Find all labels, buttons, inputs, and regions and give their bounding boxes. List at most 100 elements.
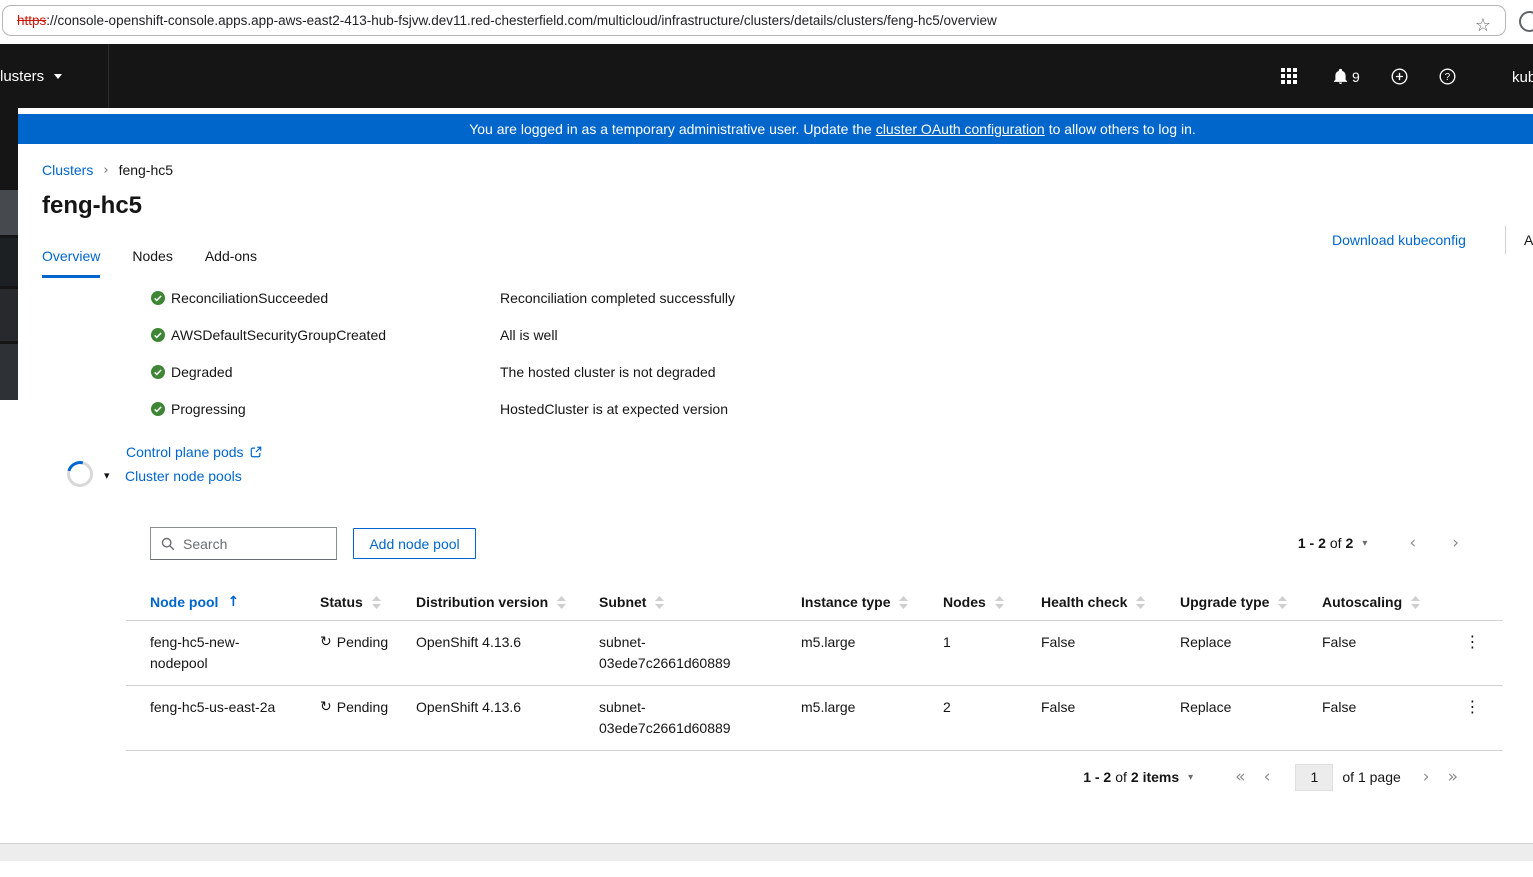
control-plane-pods-label: Control plane pods [126,444,244,460]
page-number-input[interactable] [1295,763,1334,791]
column-header-autoscaling[interactable]: Autoscaling [1322,584,1450,621]
column-label: Subnet [599,594,647,610]
expand-caret-icon[interactable]: ▾ [104,469,110,482]
sort-icon [655,595,665,609]
condition-message: Reconciliation completed successfully [500,290,735,306]
banner-text-before: You are logged in as a temporary adminis… [469,121,872,137]
table-header-row: Node pool ↑ Status Distribution version S… [126,584,1503,621]
cluster-selector-label: lusters [0,67,45,85]
actions-dropdown-button[interactable]: A [1524,232,1533,248]
cell-instance-type: m5.large [801,620,943,686]
help-circle-icon[interactable]: ? [1439,68,1456,85]
caret-down-icon [54,73,63,79]
cell-status: Pending [336,634,389,650]
pagination-prev-button[interactable]: ‹ [1264,768,1271,786]
column-label: Autoscaling [1322,594,1403,610]
side-nav-item[interactable] [0,289,18,341]
row-kebab-menu-icon[interactable]: ⋮ [1461,632,1485,651]
search-box [150,527,337,560]
condition-row: AWSDefaultSecurityGroupCreated All is we… [151,327,1351,364]
column-header-instance-type[interactable]: Instance type [801,584,943,621]
tab-nodes[interactable]: Nodes [132,248,172,278]
sort-icon [1136,595,1146,609]
column-header-nodes[interactable]: Nodes [943,584,1041,621]
browser-profile-icon[interactable] [1519,11,1533,32]
url-text: https://console-openshift-console.apps.a… [17,13,997,28]
bell-icon[interactable] [1332,68,1349,85]
column-header-distribution-version[interactable]: Distribution version [416,584,599,621]
screen: https://console-openshift-console.apps.a… [0,0,1533,877]
tab-add-ons[interactable]: Add-ons [205,248,257,278]
column-label: Distribution version [416,594,549,610]
status-conditions-list: ReconciliationSucceeded Reconciliation c… [151,290,1351,438]
pagination-options-caret-icon[interactable]: ▾ [1362,538,1367,549]
pagination-options-caret-icon[interactable]: ▾ [1188,772,1193,783]
search-input[interactable] [183,535,313,552]
pagination-prev-button[interactable]: ‹ [1409,534,1416,552]
cell-distribution-version: OpenShift 4.13.6 [416,620,599,686]
cell-instance-type: m5.large [801,685,943,751]
pagination-range: 1 - 2 [1083,769,1112,785]
breadcrumb-clusters-link[interactable]: Clusters [42,162,93,178]
sort-icon [899,595,909,609]
cell-health-check: False [1041,685,1180,751]
cluster-selector-dropdown[interactable]: lusters [0,44,63,108]
condition-row: ReconciliationSucceeded Reconciliation c… [151,290,1351,327]
in-progress-icon: ↻ [320,634,332,650]
breadcrumb-current: feng-hc5 [118,162,174,178]
sort-icon [994,595,1004,609]
sort-icon [1411,595,1421,609]
cluster-node-pools-link[interactable]: Cluster node pools [125,468,242,484]
condition-message: All is well [500,327,558,343]
masthead: lusters 9 ? kub [0,44,1533,108]
cell-node-pool: feng-hc5-us-east-2a [150,699,276,715]
side-nav-item[interactable] [0,190,18,235]
pagination-next-button[interactable]: › [1452,534,1459,552]
column-label: Health check [1041,594,1128,610]
condition-message: HostedCluster is at expected version [500,401,728,417]
side-nav-strip [0,108,18,400]
notification-count-badge: 9 [1352,69,1360,85]
column-header-status[interactable]: Status [320,584,416,621]
cell-autoscaling: False [1322,685,1450,751]
breadcrumb: Clusters › feng-hc5 [42,162,173,178]
pagination-next-button[interactable]: › [1423,768,1430,786]
row-kebab-menu-icon[interactable]: ⋮ [1461,697,1485,716]
cell-autoscaling: False [1322,620,1450,686]
side-nav-item[interactable] [0,344,18,400]
pagination-range: 1 - 2 [1297,535,1326,551]
pagination-bottom: 1 - 2 of 2 items ▾ « ‹ of 1 page › » [1083,762,1458,792]
condition-name: Progressing [171,401,246,417]
add-circle-icon[interactable] [1391,68,1408,85]
side-nav-item[interactable] [0,238,18,286]
cell-nodes: 1 [943,620,1041,686]
column-label: Node pool [150,594,219,610]
apps-grid-icon[interactable] [1281,68,1297,84]
pagination-total: 2 [1345,535,1354,551]
pagination-first-page-button[interactable]: « [1235,768,1245,786]
page-count-label: of 1 page [1342,769,1401,785]
browser-bar: https://console-openshift-console.apps.a… [0,0,1533,44]
column-header-node-pool[interactable]: Node pool ↑ [126,584,320,621]
condition-name: Degraded [171,364,233,380]
download-kubeconfig-link[interactable]: Download kubeconfig [1332,232,1466,248]
column-header-subnet[interactable]: Subnet [599,584,801,621]
control-plane-pods-link[interactable]: Control plane pods [126,444,262,460]
column-label: Status [320,594,363,610]
column-header-actions [1450,584,1503,621]
column-label: Nodes [943,594,986,610]
pagination-last-page-button[interactable]: » [1448,768,1458,786]
column-header-upgrade-type[interactable]: Upgrade type [1180,584,1322,621]
tab-overview[interactable]: Overview [42,248,101,278]
bookmark-star-icon[interactable]: ☆ [1475,10,1491,41]
add-node-pool-button[interactable]: Add node pool [353,528,476,559]
in-progress-icon: ↻ [320,699,332,715]
loading-spinner-icon [62,456,98,492]
user-menu[interactable]: kub [1512,69,1533,86]
browser-address-bar[interactable]: https://console-openshift-console.apps.a… [2,5,1506,36]
cluster-oauth-configuration-link[interactable]: cluster OAuth configuration [876,121,1045,137]
column-header-health-check[interactable]: Health check [1041,584,1180,621]
temporary-admin-banner: You are logged in as a temporary adminis… [18,114,1533,144]
cell-upgrade-type: Replace [1180,620,1322,686]
breadcrumb-separator-icon: › [103,162,109,178]
